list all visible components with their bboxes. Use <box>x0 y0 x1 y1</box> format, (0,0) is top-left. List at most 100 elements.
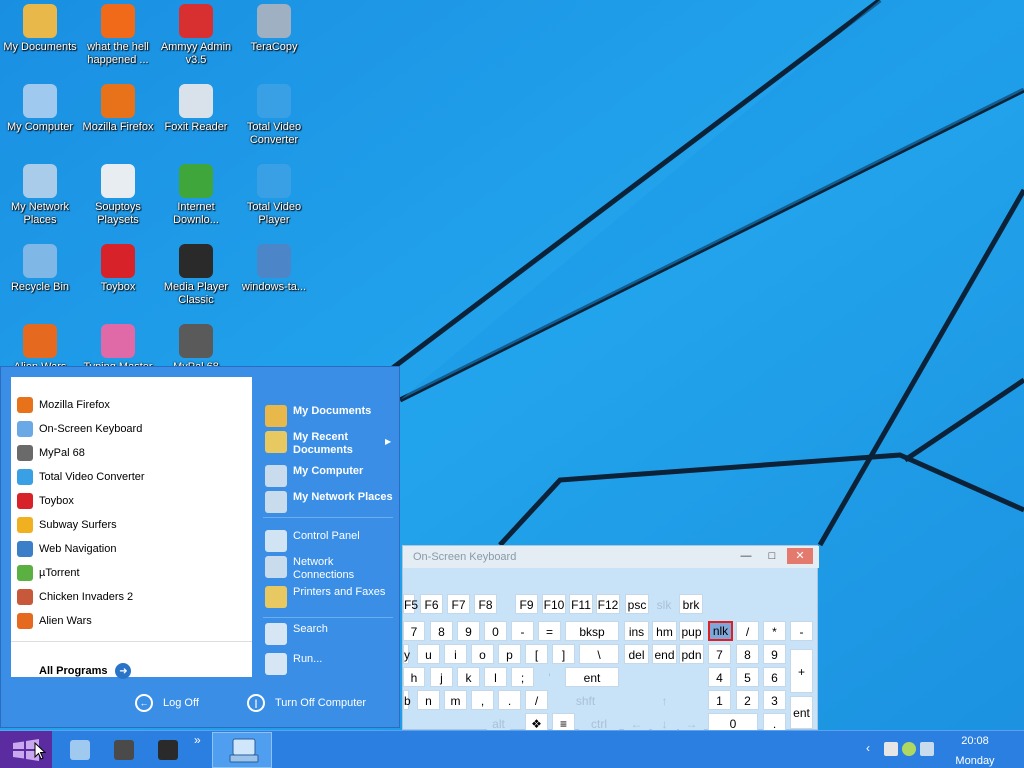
shield-icon[interactable] <box>884 742 898 756</box>
keyboard-key[interactable]: slk <box>652 594 676 614</box>
keyboard-key[interactable]: b <box>403 690 411 710</box>
raccoon-icon[interactable] <box>114 740 134 760</box>
minimize-button[interactable]: — <box>733 548 759 564</box>
osk-title-bar[interactable]: On-Screen Keyboard — □ ✕ <box>403 546 819 568</box>
log-off-button[interactable]: ← Log Off <box>135 693 199 713</box>
keyboard-key[interactable]: , <box>471 690 494 710</box>
desktop-icon[interactable]: My Computer <box>0 80 80 156</box>
keyboard-key[interactable]: / <box>525 690 548 710</box>
start-menu-program[interactable]: Chicken Invaders 2 <box>17 586 247 608</box>
keyboard-key[interactable]: brk <box>679 594 703 614</box>
desktop-icon[interactable]: Total Video Player <box>234 160 314 236</box>
start-menu-place[interactable]: My Documents <box>265 405 395 427</box>
start-menu-program[interactable]: Web Navigation <box>17 538 247 560</box>
keyboard-key[interactable]: . <box>498 690 521 710</box>
start-menu-program[interactable]: µTorrent <box>17 562 247 584</box>
keyboard-key[interactable]: F8 <box>474 594 497 614</box>
desktop-icon[interactable]: windows-ta... <box>234 240 314 316</box>
keyboard-key[interactable]: 1 <box>708 690 731 710</box>
keyboard-key[interactable]: 9 <box>457 621 480 641</box>
keyboard-key[interactable]: pdn <box>679 644 704 664</box>
keyboard-key[interactable]: 5 <box>736 667 759 687</box>
desktop-icon[interactable]: what the hell happened ... <box>78 0 158 76</box>
start-menu-place[interactable]: Control Panel <box>265 530 395 552</box>
keyboard-key[interactable]: i <box>444 644 467 664</box>
taskbar-button-on-screen-keyboard[interactable] <box>212 732 272 768</box>
keyboard-key[interactable]: 6 <box>763 667 786 687</box>
keyboard-key[interactable]: F5 <box>403 594 418 614</box>
keyboard-key[interactable]: F6 <box>420 594 443 614</box>
keyboard-key[interactable]: ↑ <box>652 690 677 710</box>
start-menu-program[interactable]: Toybox <box>17 490 247 512</box>
keyboard-key[interactable]: u <box>417 644 440 664</box>
keyboard-key[interactable]: 7 <box>403 621 425 641</box>
start-menu-place[interactable]: Network Connections <box>265 556 395 582</box>
keyboard-key[interactable]: [ <box>525 644 548 664</box>
keyboard-key[interactable]: ; <box>511 667 534 687</box>
keyboard-key[interactable]: F10 <box>542 594 566 614</box>
start-menu-program[interactable]: On-Screen Keyboard <box>17 418 247 440</box>
clock[interactable]: 20:08 Monday <box>940 733 1010 768</box>
desktop-icon[interactable]: My Documents <box>0 0 80 76</box>
desktop-icon[interactable]: Total Video Converter <box>234 80 314 156</box>
key-numpad-enter[interactable]: ent <box>790 696 813 729</box>
desktop-icon[interactable]: Recycle Bin <box>0 240 80 316</box>
keyboard-key[interactable]: \ <box>579 644 619 664</box>
quick-launch-overflow[interactable]: » <box>194 733 201 747</box>
start-menu-place[interactable]: My Network Places <box>265 491 395 513</box>
start-menu-place[interactable]: Printers and Faxes <box>265 586 395 608</box>
start-menu-program[interactable]: Alien Wars <box>17 610 247 632</box>
desktop-icon[interactable]: Media Player Classic <box>156 240 236 316</box>
keyboard-key[interactable]: 8 <box>430 621 453 641</box>
keyboard-key[interactable]: 7 <box>708 644 731 664</box>
keyboard-key[interactable]: shft <box>552 690 619 710</box>
desktop-icon[interactable]: Souptoys Playsets <box>78 160 158 236</box>
keyboard-key[interactable]: F7 <box>447 594 470 614</box>
desktop-icon[interactable]: TeraCopy <box>234 0 314 76</box>
keyboard-key[interactable]: m <box>444 690 467 710</box>
keyboard-key[interactable]: F9 <box>515 594 538 614</box>
desktop-icon[interactable]: My Network Places <box>0 160 80 236</box>
keyboard-key[interactable]: pup <box>679 621 704 641</box>
keyboard-key[interactable]: hm <box>652 621 677 641</box>
show-desktop-icon[interactable] <box>70 740 90 760</box>
desktop-icon[interactable]: Mozilla Firefox <box>78 80 158 156</box>
security-tray-icon[interactable] <box>902 742 916 756</box>
keyboard-key[interactable]: 9 <box>763 644 786 664</box>
desktop-icon[interactable]: Ammyy Admin v3.5 <box>156 0 236 76</box>
start-menu-program[interactable]: Total Video Converter <box>17 466 247 488</box>
keyboard-key[interactable]: 3 <box>763 690 786 710</box>
keyboard-key[interactable]: - <box>790 621 813 641</box>
desktop-icon[interactable]: Internet Downlo... <box>156 160 236 236</box>
keyboard-key[interactable]: ins <box>624 621 649 641</box>
key-numpad-plus[interactable]: + <box>790 649 813 693</box>
turn-off-button[interactable]: | Turn Off Computer <box>247 693 366 713</box>
keyboard-key[interactable]: - <box>511 621 534 641</box>
keyboard-key[interactable]: o <box>471 644 494 664</box>
keyboard-key[interactable]: 0 <box>484 621 507 641</box>
keyboard-key[interactable]: / <box>736 621 759 641</box>
start-menu-program[interactable]: MyPal 68 <box>17 442 247 464</box>
keyboard-key[interactable]: ent <box>565 667 619 687</box>
keyboard-key[interactable]: F11 <box>569 594 593 614</box>
desktop-icon[interactable]: Toybox <box>78 240 158 316</box>
keyboard-key[interactable]: k <box>457 667 480 687</box>
start-menu-program[interactable]: Mozilla Firefox <box>17 394 247 416</box>
all-programs-button[interactable]: All Programs ➜ <box>39 662 199 680</box>
keyboard-key[interactable]: ] <box>552 644 575 664</box>
keyboard-key[interactable]: h <box>403 667 425 687</box>
keyboard-key[interactable]: ' <box>538 667 561 687</box>
keyboard-key[interactable]: bksp <box>565 621 619 641</box>
keyboard-key[interactable]: nlk <box>708 621 733 641</box>
tray-expand-button[interactable]: ‹ <box>866 741 870 755</box>
keyboard-key[interactable]: 2 <box>736 690 759 710</box>
keyboard-key[interactable]: n <box>417 690 440 710</box>
start-menu-place[interactable]: Run... <box>265 653 395 675</box>
start-menu-place[interactable]: My Recent Documents <box>265 431 395 457</box>
keyboard-key[interactable]: l <box>484 667 507 687</box>
start-menu-program[interactable]: Subway Surfers <box>17 514 247 536</box>
keyboard-key[interactable]: end <box>652 644 677 664</box>
keyboard-key[interactable]: = <box>538 621 561 641</box>
keyboard-key[interactable]: del <box>624 644 649 664</box>
maximize-button[interactable]: □ <box>759 548 785 564</box>
